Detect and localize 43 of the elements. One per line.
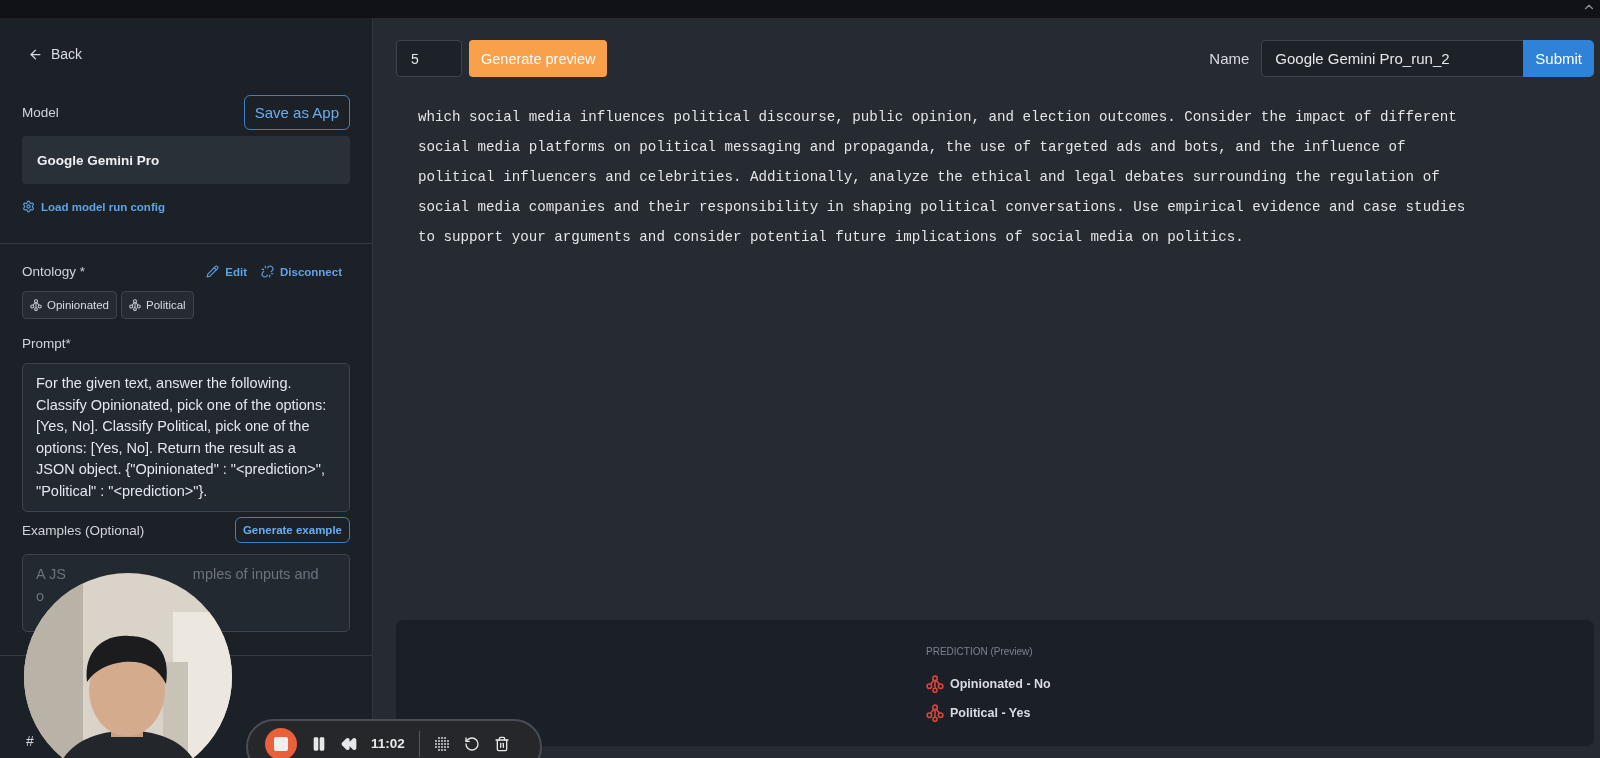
hash-text: #	[26, 733, 34, 749]
back-link[interactable]: Back	[28, 46, 83, 62]
document-text-line: social media platforms on political messaging and propaganda, the use of targeted ads and bots, and the influence of	[418, 138, 1407, 157]
document-text-line: social media companies and their responsibility in shaping political conversations. Use empirical evidence and case studies	[418, 198, 1467, 217]
tree-icon	[129, 299, 142, 311]
arrow-left-icon	[28, 46, 43, 62]
undo-icon	[463, 736, 480, 752]
examples-label: Examples (Optional)	[22, 522, 145, 538]
name-label: Name	[1209, 50, 1250, 67]
save-as-app-button[interactable]: Save as App	[243, 95, 350, 130]
ontology-label: Ontology *	[22, 264, 86, 279]
prediction-title: PREDICTION (Preview)	[926, 646, 1033, 657]
pencil-icon	[206, 265, 220, 278]
prediction-result: Political - Yes	[950, 704, 1031, 722]
tree-icon	[926, 703, 944, 722]
model-label: Model	[22, 105, 59, 120]
trash-icon	[493, 736, 510, 752]
ontology-chip[interactable]: Political	[121, 291, 194, 319]
rewind-icon	[341, 736, 357, 752]
tree-icon	[926, 674, 944, 693]
prompt-label: Prompt*	[22, 336, 72, 351]
stop-button[interactable]	[265, 728, 297, 758]
count-field[interactable]: 5	[396, 40, 462, 77]
model-select[interactable]: Google Gemini Pro	[22, 136, 350, 184]
disconnect-link[interactable]: Disconnect	[261, 265, 342, 278]
submit-button[interactable]: Submit	[1523, 40, 1594, 77]
grid-icon[interactable]	[433, 736, 450, 752]
unlink-icon	[261, 265, 274, 278]
document-text-line: to support your arguments and consider potential future implications of social media on politics.	[418, 228, 1245, 247]
tree-icon	[30, 299, 42, 311]
edit-link[interactable]: Edit	[206, 265, 247, 278]
document-text-line: which social media influences political discourse, public opinion, and election outcomes. Consider the impact of different	[418, 108, 1458, 127]
recording-time: 11:02	[371, 735, 405, 753]
ontology-chip[interactable]: Opinionated	[22, 291, 118, 319]
prompt-field[interactable]: For the given text, answer the following. Classify Opinionated, pick one of the options: [Yes, No]. Classify Political, pick one of the options: [Yes, No]. Return the result as a JSON object. {"Opinionated" : "<prediction>", "Political" : "<prediction>"}.	[22, 363, 350, 512]
name-field[interactable]: Google Gemini Pro_run_2	[1261, 40, 1524, 77]
generate-example-button[interactable]: Generate example	[234, 517, 350, 543]
load-config-link[interactable]: Load model run config	[22, 200, 165, 213]
pause-icon	[311, 736, 327, 752]
prediction-result: Opinionated - No	[950, 675, 1051, 693]
settings-icon	[22, 200, 35, 213]
stop-icon	[274, 737, 288, 751]
document-text-line: political influencers and celebrities. Additionally, analyze the ethical and legal debates surrounding the regulation of	[418, 168, 1441, 187]
